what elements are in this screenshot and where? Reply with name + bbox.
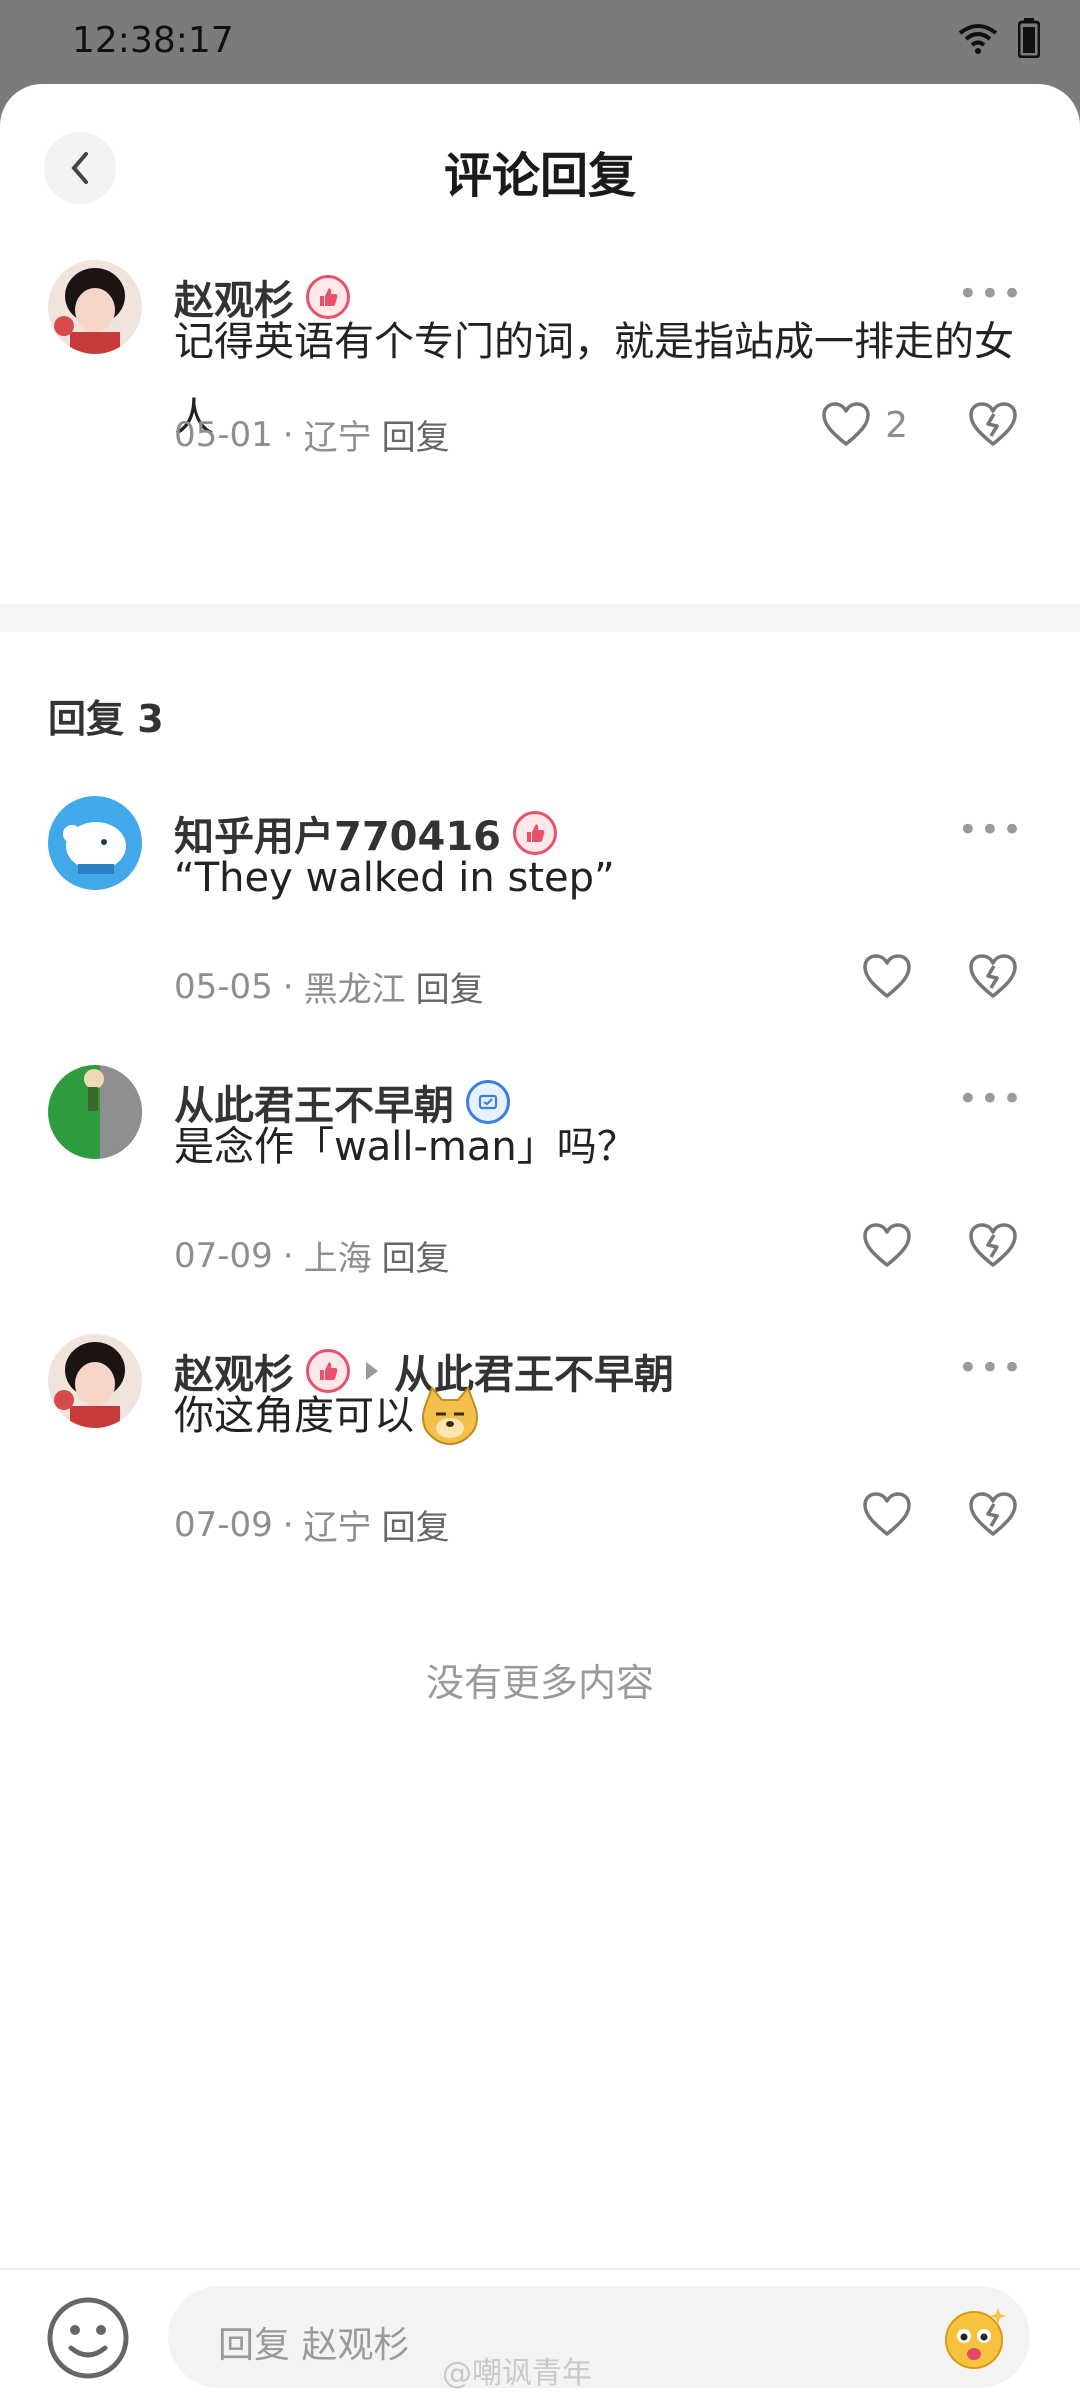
no-more-content-label: 没有更多内容 <box>425 1661 654 1705</box>
wifi-icon <box>956 21 1000 55</box>
heart-icon[interactable] <box>821 402 871 448</box>
reply-meta: 07-09 · 上海 回复 <box>174 1231 450 1280</box>
comment-location: 辽宁 <box>303 418 372 458</box>
reply-button[interactable]: 回复 <box>382 1500 450 1549</box>
reply-text: 你这角度可以 <box>174 1393 414 1439</box>
like-count: 2 <box>885 404 908 446</box>
heart-icon[interactable] <box>862 1223 912 1269</box>
reply-date: 07-09 <box>174 1235 273 1276</box>
battery-icon <box>1018 18 1040 58</box>
page-title: 评论回复 <box>443 148 636 204</box>
reply-location: 辽宁 <box>303 1508 372 1548</box>
avatar[interactable] <box>48 1065 142 1159</box>
sticker-emoji-icon[interactable] <box>940 2302 1010 2372</box>
heart-icon[interactable] <box>862 1492 912 1538</box>
reply-button[interactable]: 回复 <box>416 962 484 1011</box>
reply-button[interactable]: 回复 <box>382 410 450 459</box>
reply-location: 上海 <box>303 1239 372 1279</box>
reply-meta: 05-05 · 黑龙江 回复 <box>174 962 484 1011</box>
broken-heart-icon[interactable] <box>968 402 1018 448</box>
header: 评论回复 <box>0 84 1080 260</box>
broken-heart-icon[interactable] <box>968 1223 1018 1269</box>
avatar[interactable] <box>48 1334 142 1428</box>
reply-input[interactable]: 回复 赵观杉 <box>168 2286 1030 2388</box>
reply-meta: 07-09 · 辽宁 回复 <box>174 1500 450 1549</box>
reply-date: 05-05 <box>174 966 273 1007</box>
reply-button[interactable]: 回复 <box>382 1231 450 1280</box>
emoji-button-icon[interactable] <box>44 2294 132 2382</box>
reply-text: 是念作「wall-man」吗？ <box>174 1124 637 1170</box>
reply-location: 黑龙江 <box>303 970 406 1010</box>
reply-input-placeholder: 回复 赵观杉 <box>218 2325 410 2366</box>
status-time: 12:38:17 <box>72 20 234 61</box>
avatar[interactable] <box>48 260 142 354</box>
reply-input-bar: 回复 赵观杉 @嘲讽青年 <box>0 2268 1080 2400</box>
heart-icon[interactable] <box>862 954 912 1000</box>
broken-heart-icon[interactable] <box>968 1492 1018 1538</box>
replies-count-label: 回复 3 <box>48 697 164 741</box>
reply-date: 07-09 <box>174 1504 273 1545</box>
status-bar: 12:38:17 <box>0 0 1080 84</box>
comment-reply-sheet: 评论回复 赵观杉 ••• 记得英语有个专门的词，就是指站成一排走的女人 05-0… <box>0 84 1080 2400</box>
comment-meta: 05-01 · 辽宁 回复 <box>174 410 450 459</box>
section-divider <box>0 604 1080 632</box>
broken-heart-icon[interactable] <box>968 954 1018 1000</box>
watermark-text: @嘲讽青年 <box>442 2356 592 2391</box>
doge-emoji-icon <box>418 1384 482 1448</box>
reply-text: “They walked in step” <box>174 855 615 901</box>
reply-text-row: 你这角度可以 <box>174 1378 1024 1454</box>
comment-date: 05-01 <box>174 414 273 455</box>
avatar[interactable] <box>48 796 142 890</box>
